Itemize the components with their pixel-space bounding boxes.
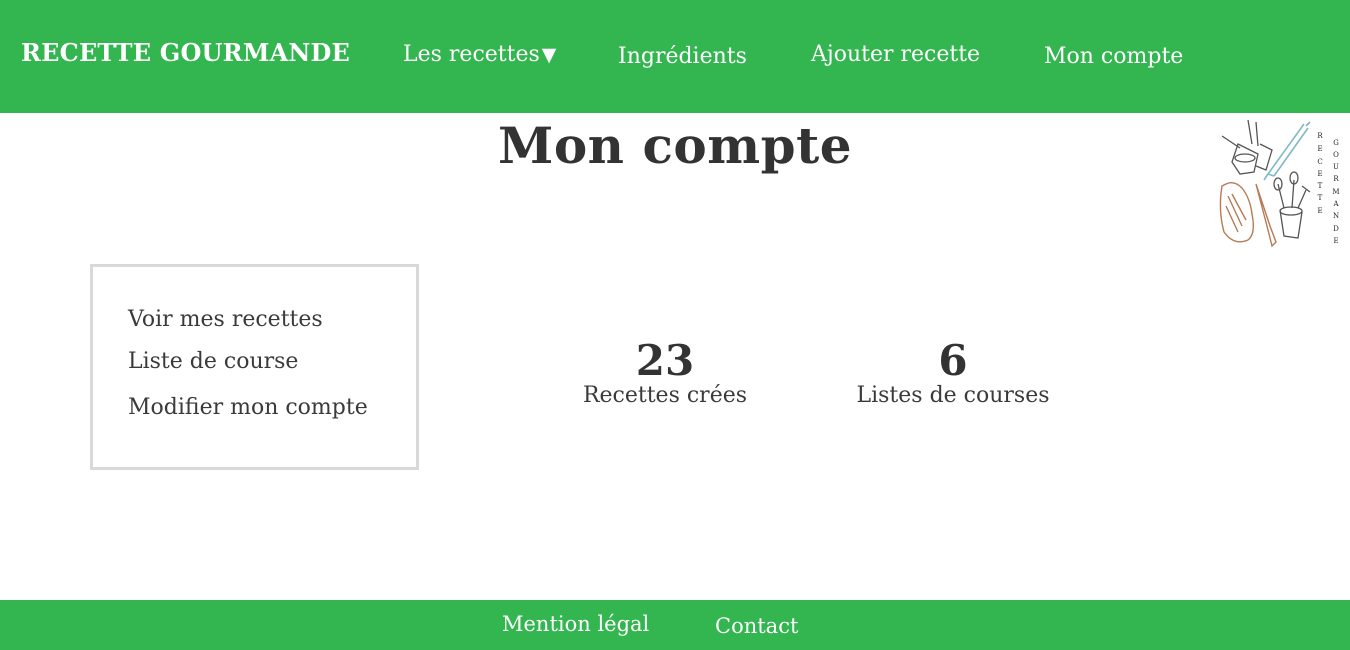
- stat-listes-label: Listes de courses: [856, 383, 1050, 408]
- svg-text:G: G: [1333, 139, 1339, 147]
- nav-ajouter-recette[interactable]: Ajouter recette: [811, 42, 980, 67]
- stat-recettes-value: 23: [635, 336, 695, 385]
- svg-text:E: E: [1317, 170, 1322, 178]
- svg-text:D: D: [1333, 225, 1339, 233]
- account-menu-box: Voir mes recettes Liste de course Modifi…: [90, 264, 419, 470]
- top-navbar: RECETTE GOURMANDE Les recettes ▼ Ingrédie…: [0, 0, 1350, 113]
- svg-text:A: A: [1332, 200, 1339, 208]
- footer-bar: Mention légal Contact: [0, 600, 1350, 650]
- nav-ingredients[interactable]: Ingrédients: [618, 44, 747, 69]
- svg-text:E: E: [1317, 145, 1322, 153]
- kitchen-utensils-logo: R E C E T T E G O U R M A N D E: [1212, 114, 1348, 254]
- svg-text:O: O: [1333, 151, 1339, 159]
- menu-voir-mes-recettes[interactable]: Voir mes recettes: [128, 307, 323, 332]
- menu-modifier-mon-compte[interactable]: Modifier mon compte: [128, 395, 368, 420]
- nav-mon-compte[interactable]: Mon compte: [1044, 44, 1183, 69]
- svg-text:U: U: [1333, 163, 1339, 171]
- caret-down-icon: ▼: [541, 44, 557, 66]
- stat-listes-value: 6: [938, 336, 968, 385]
- svg-text:R: R: [1317, 132, 1323, 140]
- footer-contact[interactable]: Contact: [715, 614, 798, 638]
- svg-text:T: T: [1318, 194, 1323, 202]
- page-title: Mon compte: [497, 116, 853, 175]
- svg-text:N: N: [1333, 212, 1339, 220]
- svg-text:E: E: [1333, 237, 1338, 245]
- menu-liste-de-course[interactable]: Liste de course: [128, 349, 298, 374]
- svg-text:R: R: [1333, 175, 1339, 183]
- svg-text:C: C: [1317, 158, 1322, 166]
- logo-text: R E C E T T E G O U R M A N D E: [1317, 132, 1339, 245]
- nav-recettes-dropdown[interactable]: Les recettes ▼: [403, 42, 556, 67]
- stat-recettes-label: Recettes crées: [582, 383, 748, 408]
- stat-listes: 6 Listes de courses: [838, 336, 1068, 408]
- footer-mention-legal[interactable]: Mention légal: [502, 612, 649, 636]
- nav-recettes-label: Les recettes: [403, 42, 540, 67]
- svg-text:E: E: [1317, 207, 1322, 215]
- brand-logo-text[interactable]: RECETTE GOURMANDE: [21, 38, 350, 67]
- svg-text:M: M: [1332, 188, 1339, 196]
- stat-recettes: 23 Recettes crées: [565, 336, 765, 408]
- svg-text:T: T: [1318, 182, 1323, 190]
